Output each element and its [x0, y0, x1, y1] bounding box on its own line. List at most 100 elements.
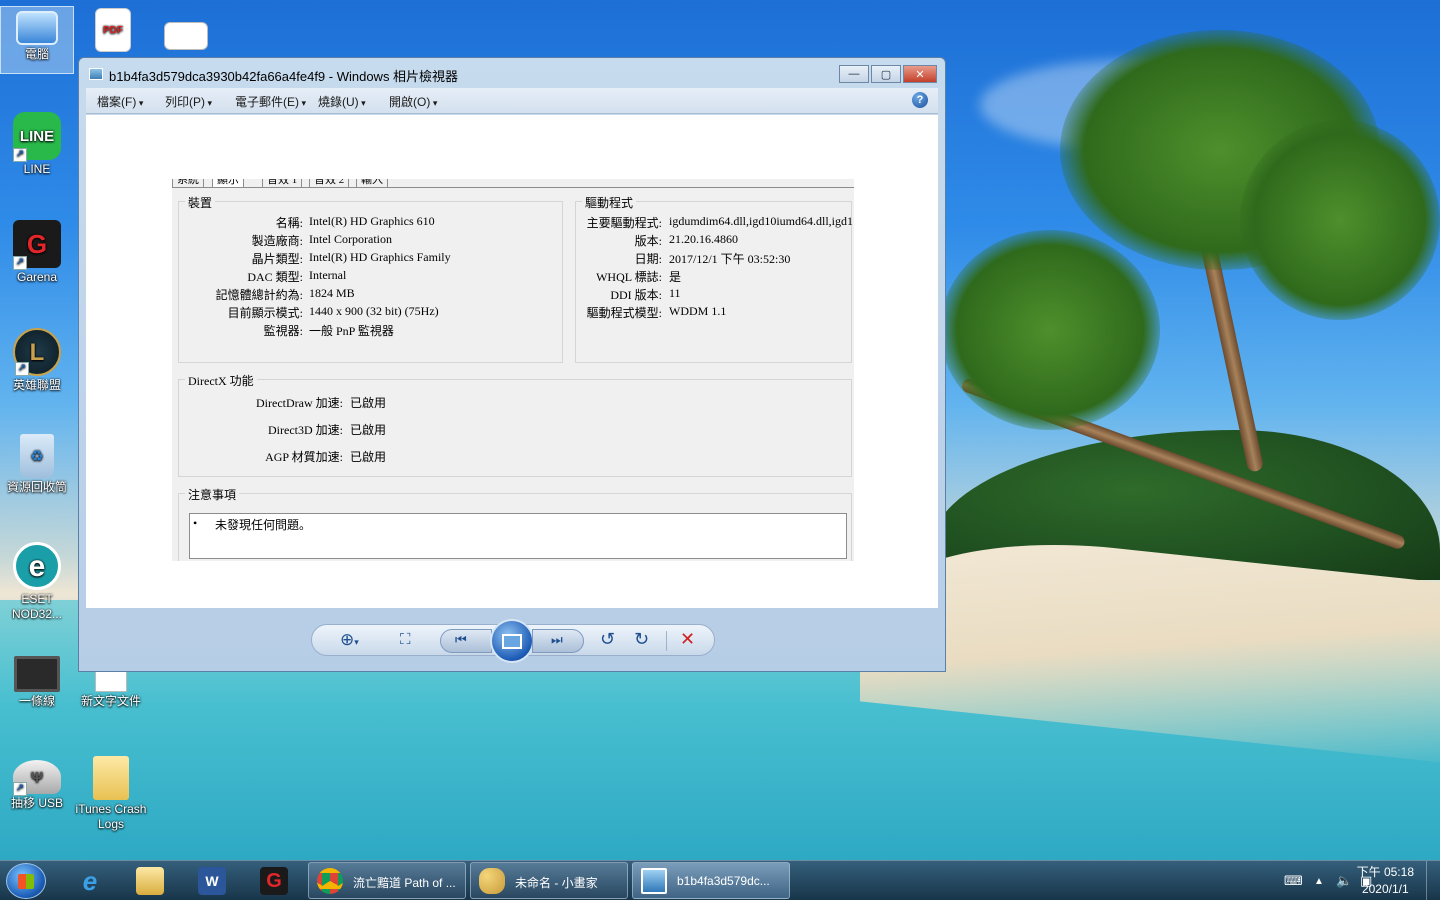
actual-size-icon[interactable]: ⛶ [400, 631, 411, 648]
desktop-icon-label: ESET NOD32... [11, 592, 62, 621]
window-title: b1b4fa3d579dca3930b42fa66a4fe4f9 - Windo… [109, 69, 459, 84]
group-title: 驅動程式 [582, 194, 637, 211]
line-app-icon: LINE ↗ [13, 112, 61, 162]
task-label: 流亡黯道 Path of ... [353, 876, 456, 890]
photo-viewer-window[interactable]: b1b4fa3d579dca3930b42fa66a4fe4f9 - Windo… [78, 57, 946, 672]
show-desktop-button[interactable] [1426, 861, 1440, 900]
desktop-icon-pdf[interactable]: PDF [76, 8, 150, 54]
pdf-icon: PDF [95, 8, 131, 52]
menu-email[interactable]: 電子郵件(E) [235, 93, 306, 110]
desktop-icon-label: iTunes Crash Logs [75, 802, 147, 831]
recycle-bin-icon: ♻ [20, 434, 54, 478]
menu-file[interactable]: 檔案(F) [97, 93, 143, 110]
garena-icon: G ↗ [13, 220, 61, 270]
slideshow-button[interactable] [490, 619, 534, 663]
slideshow-icon [502, 633, 522, 649]
next-button[interactable]: ⏭ [532, 629, 584, 653]
menu-open[interactable]: 開啟(O) [389, 93, 437, 110]
desktop-icon-garena[interactable]: G ↗ Garena [0, 220, 74, 285]
rotate-left-icon[interactable]: ↺ [600, 629, 615, 650]
notes-bullet: • [193, 516, 198, 530]
device-group: 裝置 名稱: Intel(R) HD Graphics 610 製造廠商: Inte… [178, 194, 563, 363]
desktop-icon-text-document[interactable]: 新文字文件 [74, 668, 148, 709]
desktop-icon-label: LINE [23, 162, 51, 176]
keyboard-icon[interactable]: ⌨ [1284, 873, 1303, 889]
garena-icon: G [260, 867, 288, 895]
system-tray: ⌨ ▲ 🔈 ▣ 下午 05:18 2020/1/1 [1240, 861, 1440, 900]
task-photo-viewer[interactable]: b1b4fa3d579dc... [632, 862, 790, 899]
computer-icon [16, 11, 58, 45]
pinned-word[interactable]: W [186, 864, 238, 898]
desktop-icon-label: Garena [16, 270, 58, 284]
folder-icon [93, 756, 129, 800]
help-icon[interactable]: ? [912, 92, 928, 108]
task-path-of-exile[interactable]: 流亡黯道 Path of ... [308, 862, 466, 899]
pinned-file-explorer[interactable] [124, 864, 176, 898]
next-icon: ⏭ [551, 632, 563, 647]
shortcut-arrow-icon: ↗ [13, 148, 27, 162]
dxdiag-tab: 音效 1 [262, 179, 303, 187]
previous-button[interactable]: ⏮ [440, 629, 492, 653]
show-hidden-icons-icon[interactable]: ▲ [1314, 876, 1324, 887]
palm-fronds [940, 230, 1160, 430]
group-title: 裝置 [185, 194, 216, 211]
word-icon: W [198, 867, 226, 895]
maximize-button[interactable]: ▢ [871, 65, 901, 83]
directx-group: DirectX 功能 DirectDraw 加速: 已啟用 Direct3D 加速… [178, 372, 852, 477]
league-of-legends-icon: L ↗ [13, 328, 61, 376]
rotate-right-icon[interactable]: ↻ [634, 629, 649, 650]
desktop-icon-label: 資源回收筒 [6, 480, 67, 494]
dxdiag-tab: 輸入 [356, 179, 388, 187]
desktop-icon-eset[interactable]: e ESET NOD32... [0, 542, 74, 622]
desktop-icon-label: 抽移 USB [10, 796, 63, 810]
desktop-icon-usb[interactable]: Ψ ↗ 抽移 USB [0, 760, 74, 811]
image-file-icon [164, 22, 208, 50]
menu-print[interactable]: 列印(P) [165, 93, 212, 110]
viewer-toolbar: ⊕▾ ⛶ ⏮ ⏭ ↺ ↻ ✕ [311, 619, 715, 663]
shortcut-arrow-icon: ↗ [15, 362, 29, 376]
paint-icon [479, 868, 505, 894]
taskbar: e W G 流亡黯道 Path of ... 未命名 - 小畫家 b1b4fa3… [0, 860, 1440, 900]
desktop-icon-video[interactable]: 一條線 [0, 656, 74, 709]
desktop-icon-label: 英雄聯盟 [12, 378, 61, 392]
desktop-icon-itunes-logs[interactable]: iTunes Crash Logs [74, 756, 148, 832]
previous-icon: ⏮ [455, 632, 467, 647]
desktop-icon-label: 電腦 [24, 47, 49, 61]
image-viewport[interactable]: 系統 顯示 音效 1 音效 2 輸入 裝置 名稱: Intel(R) HD Gra… [86, 115, 938, 608]
clock[interactable]: 下午 05:18 2020/1/1 [1357, 864, 1414, 898]
toolbar-divider [666, 631, 667, 651]
pinned-internet-explorer[interactable]: e [64, 864, 116, 898]
dxdiag-screenshot: 系統 顯示 音效 1 音效 2 輸入 裝置 名稱: Intel(R) HD Gra… [172, 179, 854, 561]
folder-icon [136, 867, 164, 895]
shortcut-arrow-icon: ↗ [13, 782, 27, 796]
internet-explorer-icon: e [82, 865, 98, 896]
task-label: b1b4fa3d579dc... [677, 874, 770, 888]
desktop-icon-computer[interactable]: 電腦 [0, 6, 74, 74]
pinned-garena[interactable]: G [248, 864, 300, 898]
photo-viewer-icon [641, 868, 667, 894]
zoom-icon[interactable]: ⊕▾ [340, 630, 359, 650]
delete-icon[interactable]: ✕ [680, 629, 695, 650]
minimize-button[interactable]: — [839, 65, 869, 83]
volume-icon[interactable]: 🔈 [1336, 873, 1352, 889]
dxdiag-tab: 系統 [172, 179, 204, 187]
clock-date: 2020/1/1 [1361, 882, 1409, 896]
dxdiag-tab: 顯示 [212, 179, 244, 187]
palm-fronds [1240, 120, 1440, 320]
dxdiag-tabs: 系統 顯示 音效 1 音效 2 輸入 [172, 179, 854, 188]
desktop-icon-screenshot[interactable] [149, 22, 223, 52]
menu-burn[interactable]: 燒錄(U) [318, 93, 366, 110]
desktop-icon-league-of-legends[interactable]: L ↗ 英雄聯盟 [0, 328, 74, 393]
desktop-icon-line[interactable]: LINE ↗ LINE [0, 112, 74, 177]
desktop-icon-recycle-bin[interactable]: ♻ 資源回收筒 [0, 434, 74, 495]
start-button[interactable] [6, 863, 46, 899]
task-paint[interactable]: 未命名 - 小畫家 [470, 862, 628, 899]
desktop-icon-label: 新文字文件 [80, 694, 141, 708]
photo-viewer-icon [89, 68, 103, 80]
shortcut-arrow-icon: ↗ [13, 256, 27, 270]
close-button[interactable]: ✕ [903, 65, 937, 83]
title-bar[interactable]: b1b4fa3d579dca3930b42fa66a4fe4f9 - Windo… [79, 58, 945, 90]
menu-bar: 檔案(F) 列印(P) 電子郵件(E) 燒錄(U) 開啟(O) ? [86, 88, 938, 114]
group-title: DirectX 功能 [185, 372, 257, 389]
driver-group: 驅動程式 主要驅動程式: igdumdim64.dll,igd10iumd64.d… [575, 194, 853, 363]
